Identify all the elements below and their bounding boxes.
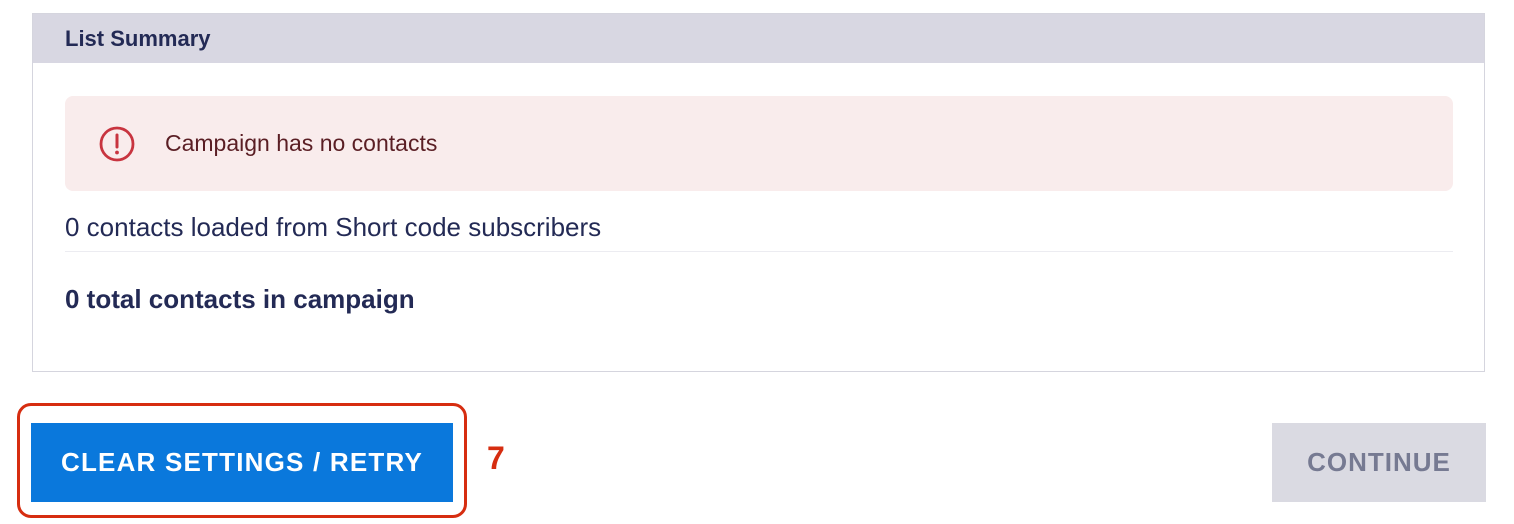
panel-title: List Summary <box>65 25 211 51</box>
contacts-loaded-text: 0 contacts loaded from Short code subscr… <box>65 209 1453 252</box>
panel-header: List Summary <box>33 14 1484 63</box>
list-summary-panel: List Summary Campaign has no contacts 0 … <box>32 13 1485 372</box>
step-number-label: 7 <box>487 440 505 476</box>
exclamation-circle-icon <box>99 126 135 162</box>
clear-settings-retry-button[interactable]: CLEAR SETTINGS / RETRY <box>31 423 453 502</box>
alert-message: Campaign has no contacts <box>165 130 438 156</box>
continue-button[interactable]: CONTINUE <box>1272 423 1486 502</box>
total-contacts-text: 0 total contacts in campaign <box>65 284 415 314</box>
error-alert: Campaign has no contacts <box>65 96 1453 191</box>
